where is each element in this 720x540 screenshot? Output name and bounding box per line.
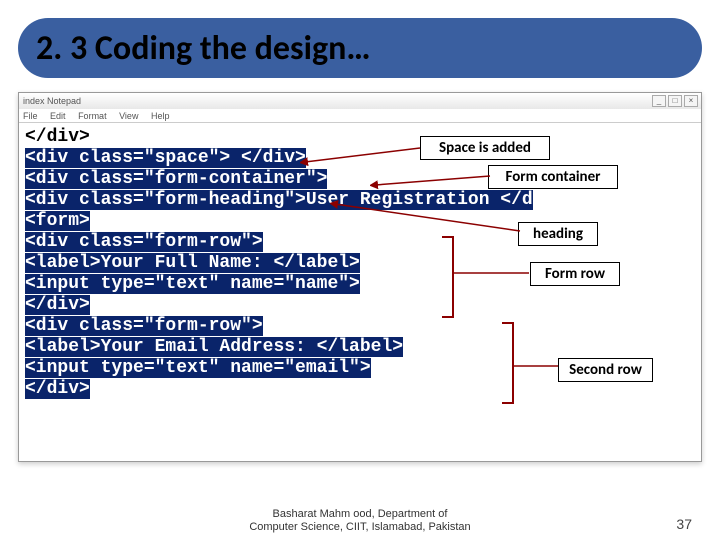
callout-space: Space is added [420, 136, 550, 160]
code-line-11: <label>Your Email Address: </label> [25, 337, 695, 358]
slide-title: 2. 3 Coding the design… [36, 28, 371, 69]
callout-row2: Second row [558, 358, 653, 382]
bracket-row1 [442, 236, 454, 318]
maximize-button[interactable]: □ [668, 95, 682, 107]
bracket-row2 [502, 322, 514, 404]
menu-view[interactable]: View [119, 111, 138, 121]
callout-container: Form container [488, 165, 618, 189]
menu-help[interactable]: Help [151, 111, 170, 121]
minimize-button[interactable]: _ [652, 95, 666, 107]
footer: Basharat Mahm ood, Department of Compute… [0, 508, 720, 534]
code-line-10: <div class="form‐row"> [25, 316, 695, 337]
code-line-9: </div> [25, 295, 695, 316]
close-button[interactable]: × [684, 95, 698, 107]
window-title: index Notepad [23, 93, 81, 109]
footer-text: Basharat Mahm ood, Department of Compute… [249, 508, 470, 534]
code-line-13: </div> [25, 379, 695, 400]
callout-row1: Form row [530, 262, 620, 286]
window-titlebar: index Notepad _ □ × [19, 93, 701, 109]
menu-bar: File Edit Format View Help [19, 109, 701, 123]
code-line-1: </div> [25, 127, 695, 148]
menu-format[interactable]: Format [78, 111, 107, 121]
footer-line-1: Basharat Mahm ood, Department of [249, 508, 470, 521]
footer-line-2: Computer Science, CIIT, Islamabad, Pakis… [249, 521, 470, 534]
window-buttons: _ □ × [650, 95, 698, 107]
menu-file[interactable]: File [23, 111, 38, 121]
menu-edit[interactable]: Edit [50, 111, 66, 121]
page-number: 37 [676, 516, 692, 532]
slide-title-container: 2. 3 Coding the design… [18, 18, 702, 78]
callout-heading: heading [518, 222, 598, 246]
code-line-4: <div class="form-heading">User Registrat… [25, 190, 695, 211]
